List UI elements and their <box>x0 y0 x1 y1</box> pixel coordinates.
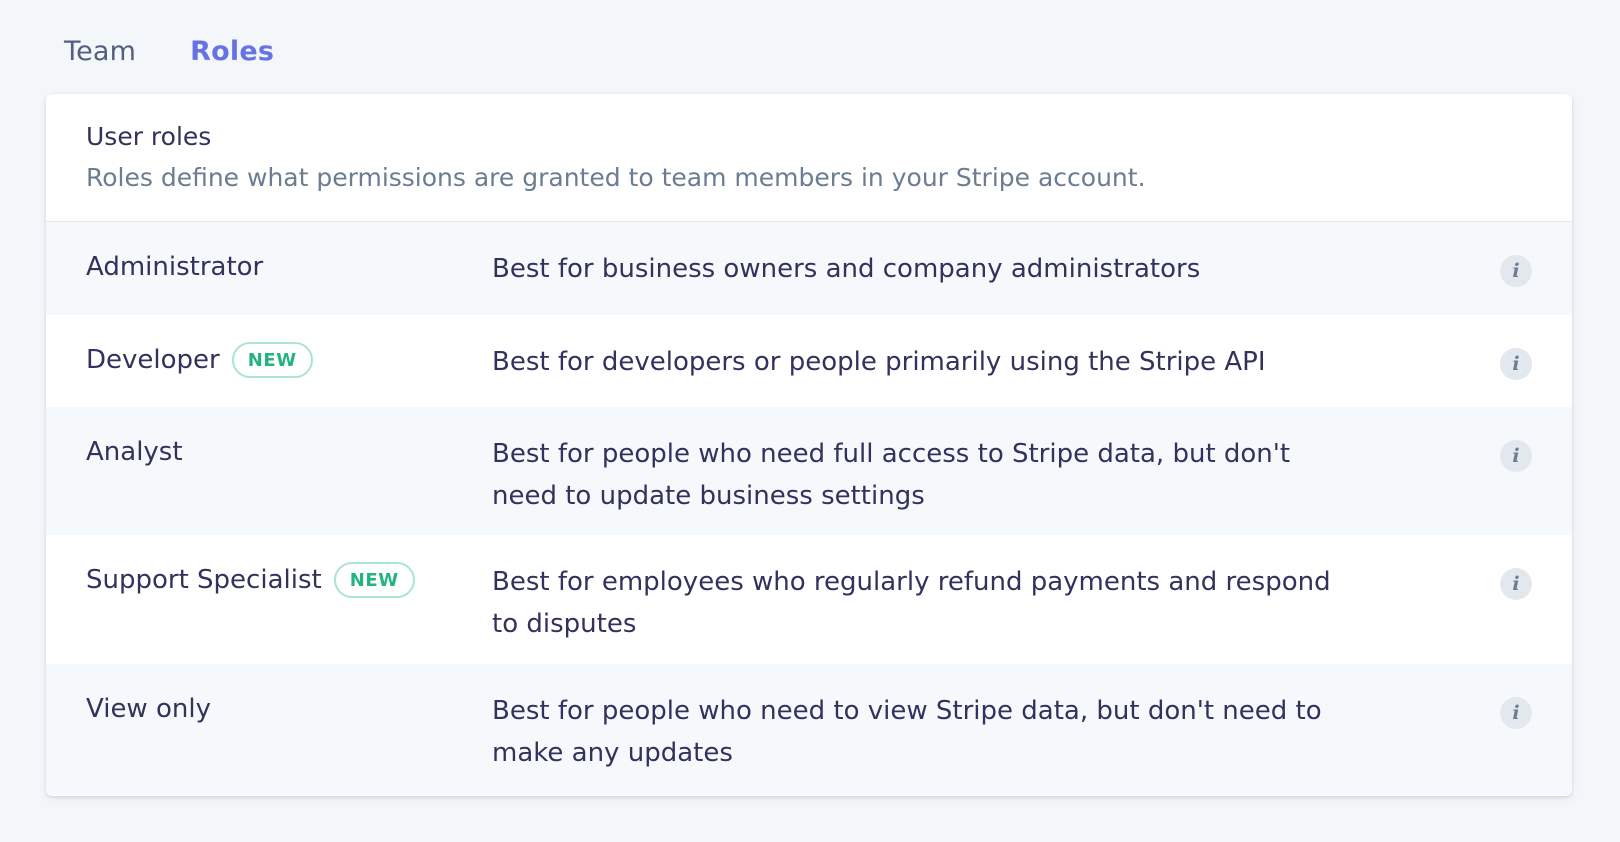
info-icon[interactable]: i <box>1500 440 1532 472</box>
info-icon[interactable]: i <box>1500 348 1532 380</box>
info-icon[interactable]: i <box>1500 697 1532 729</box>
role-name: Administrator <box>86 248 263 286</box>
card-subtitle: Roles define what permissions are grante… <box>86 163 1146 192</box>
role-row-administrator: Administrator Best for business owners a… <box>46 222 1572 315</box>
role-name: View only <box>86 690 211 728</box>
user-roles-card: User roles Roles define what permissions… <box>46 94 1572 796</box>
info-icon[interactable]: i <box>1500 255 1532 287</box>
role-description: Best for employees who regularly refund … <box>492 567 1331 639</box>
role-row-view-only: View only Best for people who need to vi… <box>46 664 1572 795</box>
tab-roles[interactable]: Roles <box>190 32 274 72</box>
role-description: Best for business owners and company adm… <box>492 254 1201 284</box>
role-name: Support Specialist NEW <box>86 561 415 599</box>
role-name: Analyst <box>86 433 183 471</box>
role-name-label: View only <box>86 694 211 724</box>
role-name-label: Administrator <box>86 252 264 282</box>
new-badge: NEW <box>333 562 415 598</box>
card-title: User roles <box>86 122 212 151</box>
role-description: Best for developers or people primarily … <box>492 347 1266 377</box>
tab-team[interactable]: Team <box>64 32 136 72</box>
role-description: Best for people who need to view Stripe … <box>492 696 1322 768</box>
role-row-analyst: Analyst Best for people who need full ac… <box>46 407 1572 535</box>
role-name-label: Support Specialist <box>86 565 322 595</box>
role-description: Best for people who need full access to … <box>492 439 1291 511</box>
role-row-developer: Developer NEW Best for developers or peo… <box>46 315 1572 407</box>
tab-bar: Team Roles <box>64 32 274 72</box>
role-row-support-specialist: Support Specialist NEW Best for employee… <box>46 535 1572 664</box>
role-name-label: Developer <box>86 345 220 375</box>
info-icon[interactable]: i <box>1500 568 1532 600</box>
new-badge: NEW <box>231 342 313 378</box>
role-name: Developer NEW <box>86 341 313 379</box>
card-header: User roles Roles define what permissions… <box>46 94 1572 222</box>
role-name-label: Analyst <box>86 437 183 467</box>
